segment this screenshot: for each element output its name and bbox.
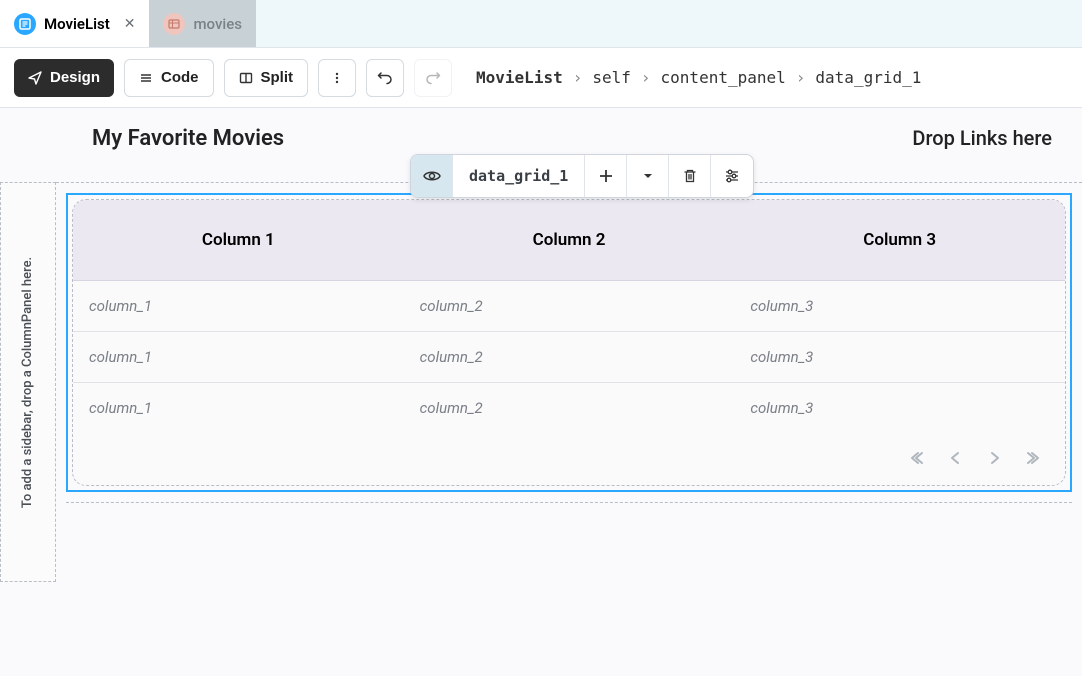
page-title[interactable]: My Favorite Movies [92, 126, 284, 151]
column-header[interactable]: Column 2 [404, 200, 735, 280]
tab-label: movies [193, 15, 242, 33]
breadcrumb-item[interactable]: data_grid_1 [815, 68, 921, 87]
dropdown-button[interactable] [627, 155, 669, 197]
redo-icon [425, 70, 441, 86]
grid-cell[interactable]: column_2 [404, 332, 735, 382]
paper-plane-icon [28, 71, 42, 85]
pager-first-icon[interactable] [909, 449, 927, 467]
table-row[interactable]: column_1 column_2 column_3 [73, 383, 1065, 433]
table-icon [163, 13, 185, 35]
column-header[interactable]: Column 1 [73, 200, 404, 280]
tab-label: MovieList [44, 15, 110, 33]
breadcrumb-item[interactable]: MovieList [476, 68, 563, 87]
tab-bar: MovieList ✕ movies [0, 0, 1082, 48]
chevron-right-icon: › [796, 68, 806, 87]
undo-icon [377, 70, 393, 86]
sidebar-drop-label: To add a sidebar, drop a ColumnPanel her… [21, 256, 36, 507]
pager-next-icon[interactable] [985, 449, 1003, 467]
form-icon [14, 13, 36, 35]
tab-movies[interactable]: movies [149, 0, 256, 47]
grid-cell[interactable]: column_2 [404, 281, 735, 331]
table-row[interactable]: column_1 column_2 column_3 [73, 332, 1065, 383]
breadcrumb-item[interactable]: self [592, 68, 631, 87]
breadcrumb-item[interactable]: content_panel [661, 68, 786, 87]
delete-button[interactable] [669, 155, 711, 197]
grid-cell[interactable]: column_1 [73, 281, 404, 331]
grid-body: column_1 column_2 column_3 column_1 colu… [73, 281, 1065, 433]
table-row[interactable]: column_1 column_2 column_3 [73, 281, 1065, 332]
split-button[interactable]: Split [224, 59, 309, 97]
grid-cell[interactable]: column_2 [404, 383, 735, 433]
dots-vertical-icon [330, 71, 344, 85]
tab-movielist[interactable]: MovieList ✕ [0, 0, 149, 47]
data-grid-selection[interactable]: Column 1 Column 2 Column 3 column_1 colu… [66, 193, 1072, 492]
settings-button[interactable] [711, 155, 753, 197]
sidebar-drop-zone[interactable]: To add a sidebar, drop a ColumnPanel her… [0, 182, 56, 582]
visibility-toggle[interactable] [411, 155, 453, 197]
redo-button[interactable] [414, 59, 452, 97]
eye-icon [422, 166, 442, 186]
list-icon [139, 71, 153, 85]
add-button[interactable] [585, 155, 627, 197]
split-icon [239, 71, 253, 85]
context-toolbar: data_grid_1 [410, 154, 754, 198]
data-grid[interactable]: Column 1 Column 2 Column 3 column_1 colu… [72, 199, 1066, 486]
component-name-field[interactable]: data_grid_1 [453, 155, 585, 197]
grid-cell[interactable]: column_3 [734, 332, 1065, 382]
grid-header: Column 1 Column 2 Column 3 [73, 200, 1065, 281]
breadcrumb: MovieList › self › content_panel › data_… [476, 68, 921, 87]
caret-down-icon [642, 170, 654, 182]
code-button[interactable]: Code [124, 59, 214, 97]
grid-cell[interactable]: column_3 [734, 281, 1065, 331]
pager-last-icon[interactable] [1023, 449, 1041, 467]
grid-cell[interactable]: column_1 [73, 332, 404, 382]
design-button-label: Design [50, 69, 100, 86]
design-canvas: My Favorite Movies Drop Links here data_… [0, 108, 1082, 676]
split-button-label: Split [261, 69, 294, 86]
column-header[interactable]: Column 3 [734, 200, 1065, 280]
grid-cell[interactable]: column_3 [734, 383, 1065, 433]
design-button[interactable]: Design [14, 59, 114, 97]
chevron-right-icon: › [573, 68, 583, 87]
code-button-label: Code [161, 69, 199, 86]
grid-pager [73, 433, 1065, 485]
toolbar: Design Code Split MovieList › self › con… [0, 48, 1082, 108]
more-button[interactable] [318, 59, 356, 97]
grid-cell[interactable]: column_1 [73, 383, 404, 433]
close-icon[interactable]: ✕ [124, 16, 136, 32]
trash-icon [682, 168, 698, 184]
content-panel: Column 1 Column 2 Column 3 column_1 colu… [56, 182, 1082, 676]
undo-button[interactable] [366, 59, 404, 97]
chevron-right-icon: › [641, 68, 651, 87]
sliders-icon [724, 168, 740, 184]
pager-prev-icon[interactable] [947, 449, 965, 467]
drop-links-label[interactable]: Drop Links here [912, 126, 1052, 150]
plus-icon [598, 168, 614, 184]
